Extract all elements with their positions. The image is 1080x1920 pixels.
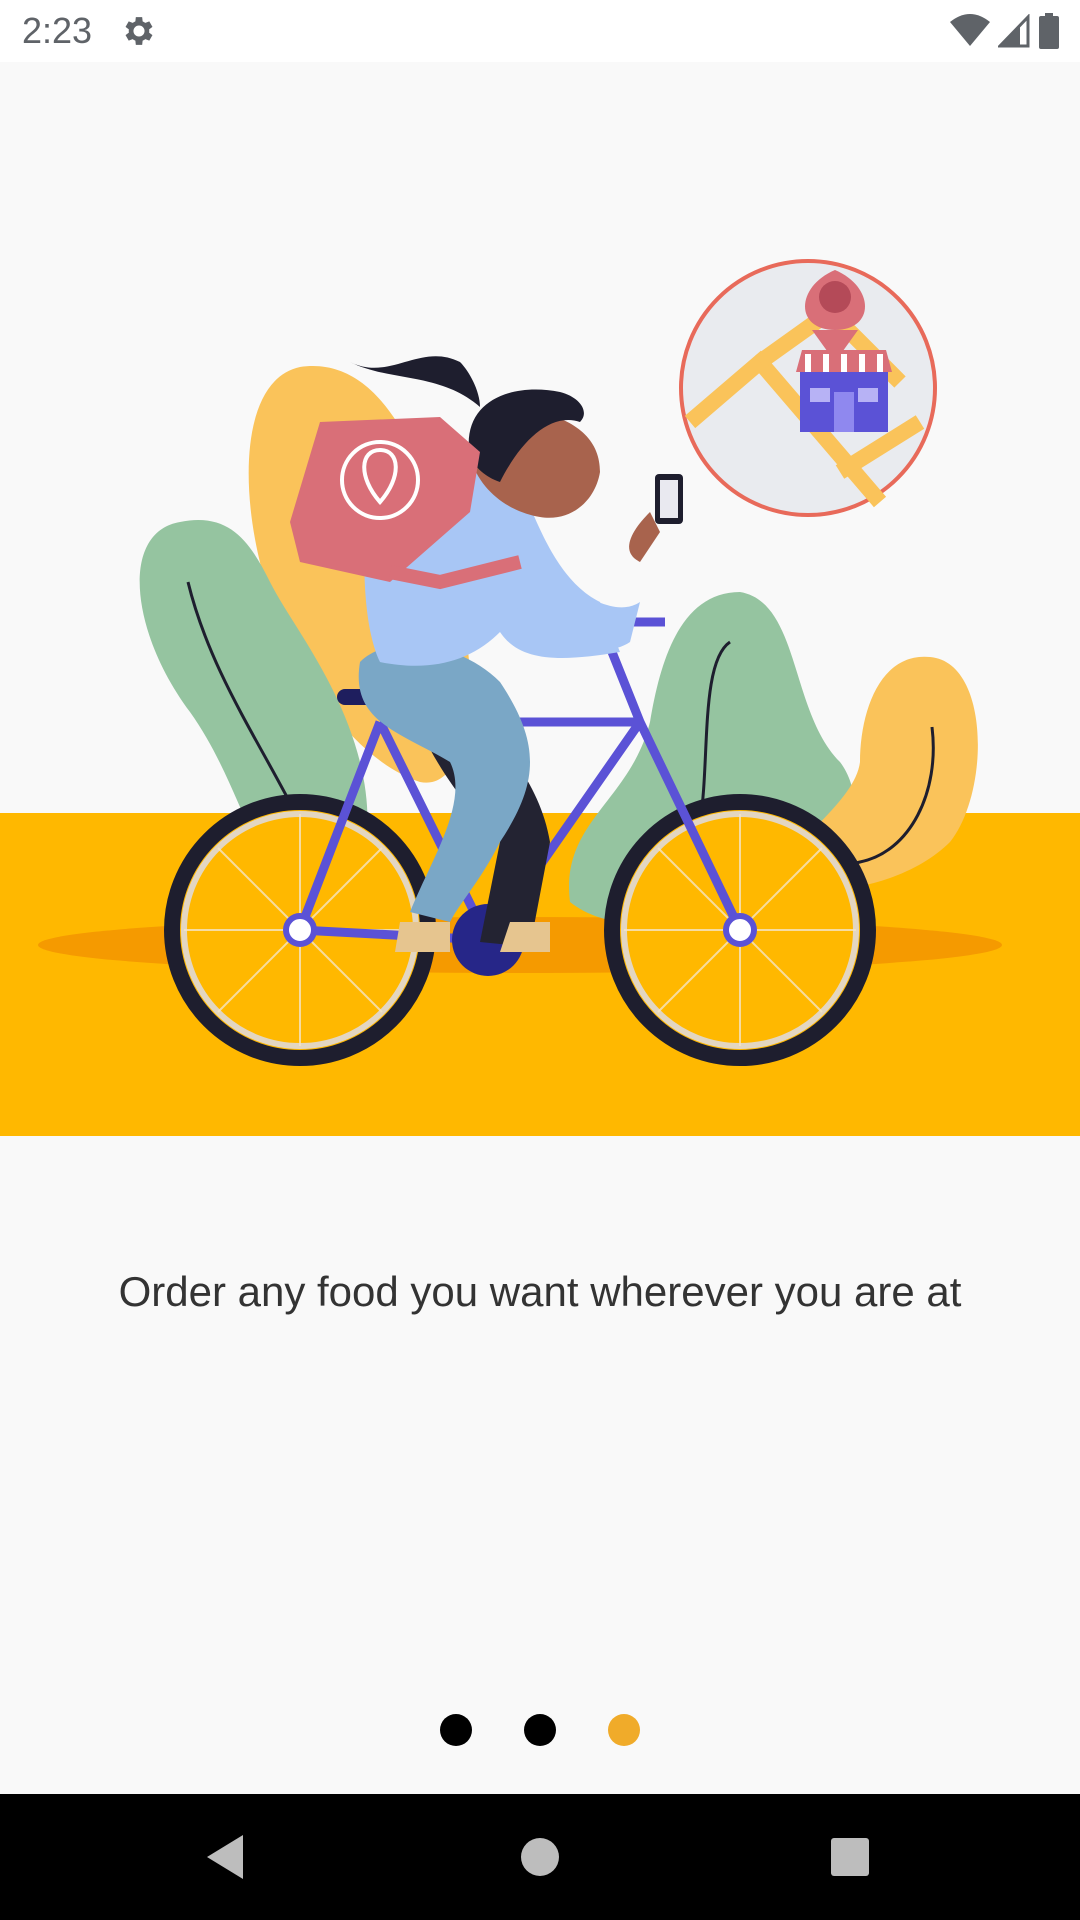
onboarding-message: Order any food you want wherever you are… bbox=[118, 1268, 962, 1315]
page-dot-1[interactable] bbox=[440, 1714, 472, 1746]
back-button[interactable] bbox=[155, 1794, 295, 1920]
status-icons bbox=[950, 12, 1060, 50]
status-bar: 2:23 bbox=[0, 0, 1080, 62]
gear-icon bbox=[125, 17, 153, 45]
status-time: 2:23 bbox=[22, 10, 93, 51]
recents-icon bbox=[831, 1838, 869, 1876]
onboarding-screen: 2:23 Order any food you want wherever yo… bbox=[0, 0, 1080, 1920]
battery-icon bbox=[1039, 13, 1059, 49]
wifi-icon bbox=[950, 14, 990, 46]
page-indicator bbox=[0, 1714, 1080, 1748]
home-icon bbox=[521, 1838, 559, 1876]
cellular-signal-icon bbox=[998, 14, 1030, 48]
recents-button[interactable] bbox=[780, 1794, 920, 1920]
delivery-cyclist-illustration bbox=[0, 62, 1080, 1136]
map-location-icon bbox=[679, 259, 937, 517]
page-dot-3-active[interactable] bbox=[608, 1714, 640, 1746]
back-icon bbox=[207, 1835, 243, 1879]
page-dot-2[interactable] bbox=[524, 1714, 556, 1746]
system-nav-bar bbox=[0, 1794, 1080, 1920]
home-button[interactable] bbox=[470, 1794, 610, 1920]
